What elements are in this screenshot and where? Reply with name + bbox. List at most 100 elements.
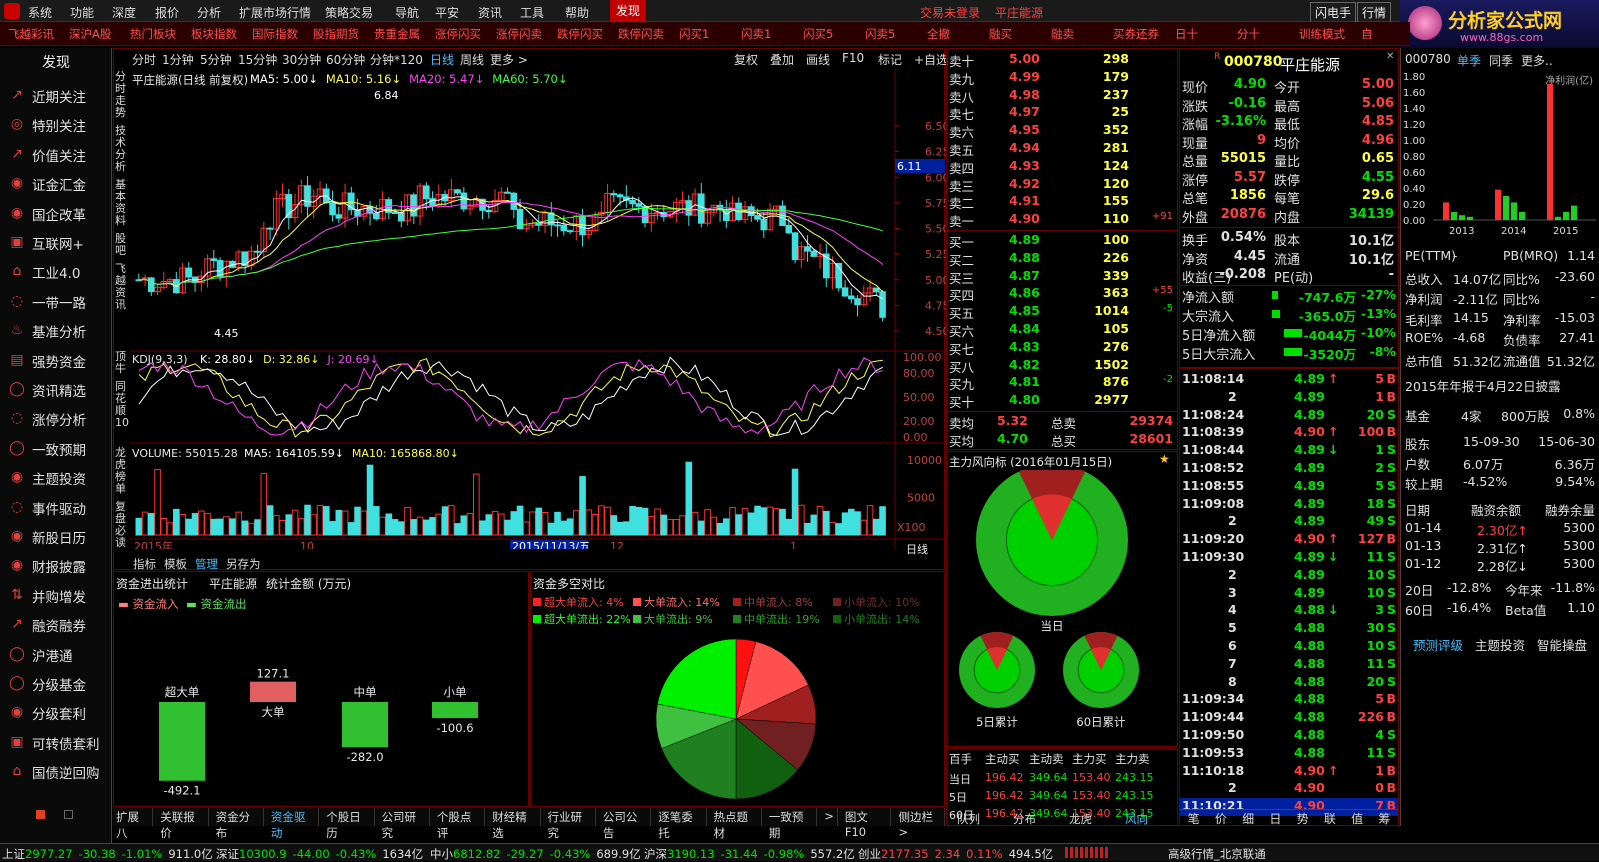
ob-buy-row[interactable]: 买五 4.85 1014 -5	[947, 303, 1177, 321]
period-tab[interactable]: 15分钟	[238, 51, 277, 68]
sidebar-item[interactable]: ◯ 一致预期	[8, 436, 86, 462]
ob-buy-row[interactable]: 买六 4.84 105	[947, 321, 1177, 339]
ob-sell-row[interactable]: 卖五 4.94 281	[947, 140, 1177, 158]
chart-tool-button[interactable]: 复权	[734, 51, 758, 68]
ob-sell-row[interactable]: 卖九 4.99 179	[947, 69, 1177, 87]
side-tab[interactable]: 飞越资讯	[115, 263, 129, 311]
footer-tab[interactable]: 行业研究	[545, 808, 596, 840]
side-tab[interactable]: 顶牛	[115, 351, 129, 375]
menu-item[interactable]: 策略交易	[325, 4, 373, 21]
bottom-mid-tab[interactable]: 队列	[957, 811, 980, 827]
sidebar-item[interactable]: ◯ 沪港通	[8, 642, 72, 668]
footer-tab[interactable]: 资金分布	[213, 808, 264, 840]
toolbar-item[interactable]: 股指期货	[313, 26, 359, 42]
ob-sell-row[interactable]: 卖二 4.91 155	[947, 193, 1177, 211]
tick-tab[interactable]: 日	[1269, 810, 1281, 826]
footer-tab[interactable]: 图文F10	[842, 808, 892, 839]
sidebar-item[interactable]: ◌ 事件驱动	[8, 495, 86, 521]
menu-item[interactable]: 深度	[112, 4, 136, 21]
f10-tab[interactable]: 更多..	[1521, 52, 1553, 69]
period-tab[interactable]: 周线	[460, 51, 484, 68]
period-tab[interactable]: 分钟*120	[370, 51, 423, 68]
tick-tab[interactable]: 值	[1351, 810, 1363, 826]
sidebar-item[interactable]: ▣ 互联网+	[8, 230, 83, 256]
toolbar-item[interactable]: 跌停闪卖	[618, 26, 664, 42]
chart-tool-button[interactable]: F10	[842, 51, 864, 65]
toolbar-item[interactable]: 国际指数	[252, 26, 298, 42]
menu-discover[interactable]: 发现	[610, 0, 646, 22]
footer-tab[interactable]: 关联报价	[157, 808, 209, 840]
toolbar-item[interactable]: 融买	[989, 26, 1012, 42]
ob-buy-row[interactable]: 买二 4.88 226	[947, 250, 1177, 268]
ob-sell-row[interactable]: 卖四 4.93 124	[947, 158, 1177, 176]
index-quote[interactable]: 深证10300.9 -44.00 -0.43% 1634亿	[216, 846, 423, 862]
indicator-tab[interactable]: 指标	[130, 556, 159, 572]
side-tab[interactable]: 复盘必读	[115, 501, 129, 549]
indicator-tab[interactable]: 管理	[192, 556, 221, 572]
toolbar-item[interactable]: 融卖	[1051, 26, 1074, 42]
footer-tab[interactable]: 逐笔委托	[655, 808, 707, 840]
ob-buy-row[interactable]: 买十 4.80 2977	[947, 392, 1177, 410]
menu-item[interactable]: 资讯	[478, 4, 502, 21]
index-quote[interactable]: 创业2177.35 2.34 0.11% 494.5亿	[858, 846, 1053, 862]
sidebar-page-dot[interactable]	[36, 810, 45, 819]
footer-tab[interactable]: 财经精选	[489, 808, 541, 840]
menu-item[interactable]: 分析	[197, 4, 221, 21]
bottom-mid-tab[interactable]: 龙虎	[1069, 811, 1092, 827]
footer-tab[interactable]: 侧边栏>	[895, 808, 945, 839]
toolbar-item[interactable]: 板块指数	[191, 26, 237, 42]
sidebar-item[interactable]: ◎ 特别关注	[8, 112, 86, 138]
index-quote[interactable]: 上证2977.27 -30.38 -1.01% 911.0亿	[2, 846, 213, 862]
sidebar-item[interactable]: ♨ 基准分析	[8, 318, 86, 344]
sidebar-item[interactable]: ▣ 可转债套利	[8, 730, 99, 756]
ob-sell-row[interactable]: 卖六 4.95 352	[947, 122, 1177, 140]
menu-item[interactable]: 功能	[70, 4, 94, 21]
menu-item[interactable]: 扩展市场行情	[239, 4, 311, 21]
tick-tab[interactable]: 联	[1324, 810, 1336, 826]
sidebar-item[interactable]: ◉ 财报披露	[8, 553, 86, 579]
tick-tab[interactable]: 价	[1215, 810, 1227, 826]
sidebar-item[interactable]: ◌ 一带一路	[8, 289, 86, 315]
toolbar-item[interactable]: 涨停闪买	[435, 26, 481, 42]
chart-svg[interactable]: 6.50 6.25 6.00 5.75 5.50 5.25 5.00 4.75 4.50 6.11…	[130, 69, 946, 549]
menu-item[interactable]: 系统	[28, 4, 52, 21]
footer-tab[interactable]: 个股日历	[323, 808, 375, 840]
period-tab[interactable]: 1分钟	[162, 51, 194, 68]
side-tab[interactable]: 技术分析	[115, 125, 129, 173]
index-quote[interactable]: 中小6812.82 -29.27 -0.43% 689.9亿	[430, 846, 641, 862]
ob-buy-row[interactable]: 买四 4.86 363 +55	[947, 285, 1177, 303]
toolbar-item[interactable]: 贵重金属	[374, 26, 420, 42]
btn-flash[interactable]: 闪电手	[1310, 2, 1357, 23]
bottom-mid-tab[interactable]: 分布	[1013, 811, 1036, 827]
footer-tab[interactable]: 个股点评	[434, 808, 486, 840]
menu-item[interactable]: 导航	[395, 4, 419, 21]
f10-tab[interactable]: 单季	[1457, 52, 1481, 69]
side-tab[interactable]: 同花顺10	[115, 381, 129, 429]
toolbar-item[interactable]: 闪买5	[803, 26, 833, 42]
btn-quote[interactable]: 行情	[1357, 2, 1392, 23]
sidebar-item[interactable]: ↗ 价值关注	[8, 142, 86, 168]
period-tab[interactable]: 60分钟	[326, 51, 365, 68]
period-tab[interactable]: 更多 >	[490, 51, 528, 68]
index-quote[interactable]: 沪深3190.13 -31.44 -0.98% 557.2亿	[644, 846, 855, 862]
menu-item[interactable]: 报价	[155, 4, 179, 21]
menu-item[interactable]: 平安	[435, 4, 459, 21]
side-tab[interactable]: 股吧	[115, 233, 129, 257]
toolbar-item[interactable]: 深沪A股	[69, 26, 111, 42]
footer-tab[interactable]: 资金驱动	[268, 808, 320, 840]
sidebar-item[interactable]: ◯ 资讯精选	[8, 377, 86, 403]
sidebar-item[interactable]: ◉ 证金汇金	[8, 171, 86, 197]
toolbar-item[interactable]: 闪卖5	[865, 26, 895, 42]
ob-buy-row[interactable]: 买一 4.89 100	[947, 232, 1177, 250]
footer-tab[interactable]: >	[821, 808, 838, 826]
footer-tab[interactable]: 热点题材	[711, 808, 762, 840]
tick-tab[interactable]: 笔	[1188, 810, 1200, 826]
ob-buy-row[interactable]: 买三 4.87 339	[947, 268, 1177, 286]
side-tab[interactable]: 龙虎榜单	[115, 447, 129, 495]
ob-sell-row[interactable]: 卖七 4.97 25	[947, 104, 1177, 122]
indicator-tab[interactable]: 模板	[161, 556, 190, 572]
ob-buy-row[interactable]: 买九 4.81 876 -2	[947, 374, 1177, 392]
side-tab[interactable]: 基本资料	[115, 179, 129, 227]
period-tab[interactable]: 5分钟	[200, 51, 232, 68]
toolbar-item[interactable]: 飞越彩讯	[8, 26, 54, 42]
